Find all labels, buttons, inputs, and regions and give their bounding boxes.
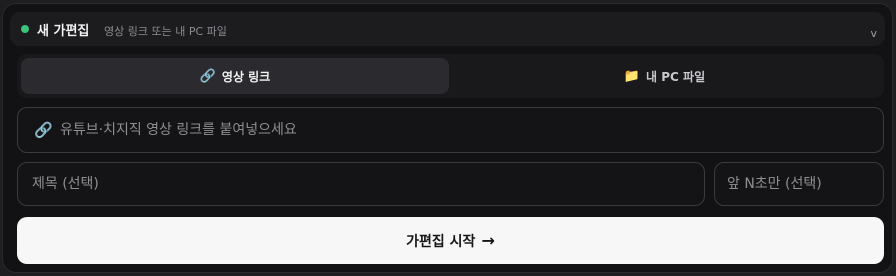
start-button-label: 가편집 시작 [406, 233, 476, 250]
arrow-right-icon: → [481, 231, 495, 250]
tab-local-file[interactable]: 📁 내 PC 파일 [449, 58, 880, 94]
folder-icon: 📁 [623, 68, 641, 84]
link-icon: 🔗 [199, 68, 216, 84]
tab-label: 내 PC 파일 [646, 69, 706, 84]
video-link-input[interactable] [50, 108, 880, 152]
panel-header[interactable]: 새 가편집 영상 링크 또는 내 PC 파일 v [10, 12, 885, 46]
first-n-seconds-input[interactable] [714, 162, 884, 206]
title-input[interactable] [17, 162, 705, 206]
chevron-down-icon[interactable]: v [870, 27, 877, 40]
new-rough-edit-panel: 새 가편집 영상 링크 또는 내 PC 파일 v 🔗 영상 링크 📁 내 PC … [2, 3, 893, 273]
status-dot [21, 25, 29, 33]
panel-title: 새 가편집 [37, 24, 90, 39]
tab-label: 영상 링크 [221, 69, 271, 84]
video-link-field: 🔗 [17, 107, 884, 153]
source-tabs: 🔗 영상 링크 📁 내 PC 파일 [17, 54, 884, 98]
start-rough-edit-button[interactable]: 가편집 시작 → [17, 217, 884, 264]
panel-subtitle: 영상 링크 또는 내 PC 파일 [104, 25, 227, 38]
tab-video-link[interactable]: 🔗 영상 링크 [21, 58, 449, 94]
